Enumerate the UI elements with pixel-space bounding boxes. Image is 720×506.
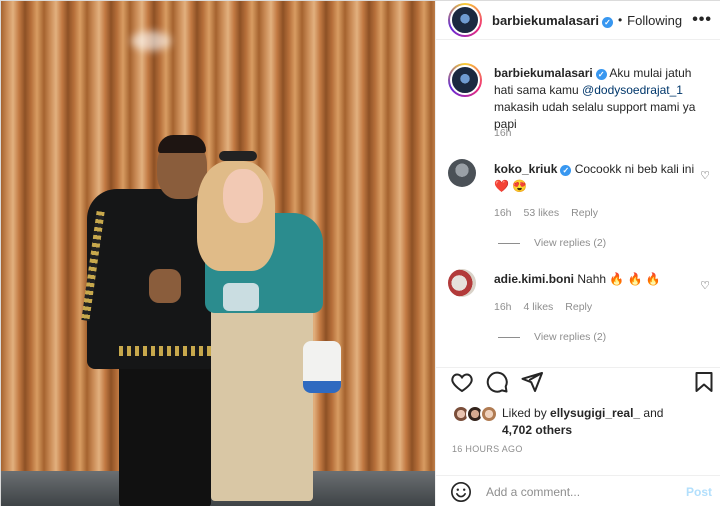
likes-summary: Liked by ellysugigi_real_ and 4,702 othe… [448, 403, 718, 437]
caption-mention[interactable]: @dodysoedrajat_1 [582, 83, 683, 97]
post-panel: barbiekumalasari ✓ • Following ••• barbie… [435, 1, 720, 506]
comment-item: adie.kimi.boni Nahh 🔥 🔥 🔥 ♡ 16h 4 likes Re… [448, 269, 710, 365]
comments-list[interactable]: barbiekumalasari ✓ Aku mulai jatuh hati s… [436, 41, 720, 367]
reply-button[interactable]: Reply [565, 301, 592, 313]
liked-by-user[interactable]: ellysugigi_real_ [550, 406, 640, 420]
action-bar [436, 367, 720, 395]
woman-figure-face [223, 169, 263, 223]
photo-glare [131, 31, 171, 51]
comment-input[interactable]: Add a comment... [486, 485, 580, 499]
send-icon[interactable] [520, 370, 544, 394]
replies-line [498, 242, 520, 244]
caption-text: barbiekumalasari ✓ Aku mulai jatuh hati s… [494, 66, 696, 131]
caption: barbiekumalasari ✓ Aku mulai jatuh hati s… [448, 63, 710, 153]
comment-avatar[interactable] [448, 159, 476, 187]
comment-like-heart-icon[interactable]: ♡ [700, 279, 710, 292]
view-replies-button[interactable]: View replies (2) [498, 237, 606, 249]
likes-text: Liked by ellysugigi_real_ and 4,702 othe… [502, 406, 664, 437]
comment-likes[interactable]: 4 likes [524, 301, 554, 313]
caption-username[interactable]: barbiekumalasari [494, 66, 593, 80]
more-options-icon[interactable]: ••• [692, 11, 712, 29]
view-replies-button[interactable]: View replies (2) [498, 331, 606, 343]
add-comment-bar: Add a comment... Post [436, 475, 720, 506]
heart-icon[interactable] [450, 370, 474, 394]
verified-badge-icon: ✓ [601, 16, 613, 28]
others-count[interactable]: 4,702 others [502, 423, 572, 437]
comment-avatar[interactable] [448, 269, 476, 297]
post-header: barbiekumalasari ✓ • Following ••• [436, 1, 720, 40]
smiley-icon[interactable] [450, 481, 472, 503]
bookmark-icon[interactable] [692, 370, 716, 394]
caption-time: 16h [494, 127, 512, 139]
comment-meta: 16h 53 likes Reply [494, 207, 598, 219]
woman-figure-sunglasses [219, 151, 257, 161]
verified-badge-icon: ✓ [560, 165, 572, 176]
comment-text: koko_kriuk ✓ Cocookk ni beb kali ini ❤️ 😍 [494, 162, 695, 193]
man-figure-band [119, 346, 211, 356]
woman-figure-coat [211, 301, 313, 501]
man-figure-hair [158, 135, 206, 153]
man-figure-legs [119, 356, 211, 506]
post-photo[interactable] [1, 1, 435, 506]
comment-username[interactable]: adie.kimi.boni [494, 272, 574, 286]
post-timestamp[interactable]: 16 HOURS AGO [452, 444, 523, 454]
post-button[interactable]: Post [686, 485, 712, 499]
liker-avatars [452, 405, 504, 425]
post-modal: barbiekumalasari ✓ • Following ••• barbie… [0, 0, 720, 506]
caption-avatar[interactable] [448, 63, 482, 97]
comment-like-heart-icon[interactable]: ♡ [700, 169, 710, 182]
following-button[interactable]: Following [627, 13, 682, 28]
woman-figure-bag [303, 341, 341, 393]
trophy [223, 283, 259, 311]
comment-likes[interactable]: 53 likes [524, 207, 560, 219]
replies-line [498, 336, 520, 338]
separator-dot: • [617, 13, 623, 27]
comment-item: koko_kriuk ✓ Cocookk ni beb kali ini ❤️ 😍… [448, 159, 710, 255]
comment-meta: 16h 4 likes Reply [494, 301, 593, 313]
comment-icon[interactable] [485, 370, 509, 394]
comment-username[interactable]: koko_kriuk [494, 162, 557, 176]
verified-badge-icon: ✓ [595, 69, 607, 80]
comment-text: adie.kimi.boni Nahh 🔥 🔥 🔥 [494, 272, 661, 286]
author-username[interactable]: barbiekumalasari ✓ [492, 13, 613, 28]
author-avatar[interactable] [448, 3, 482, 37]
man-figure-thumbs-up [149, 269, 181, 303]
liker-avatar [480, 405, 498, 423]
reply-button[interactable]: Reply [571, 207, 598, 219]
